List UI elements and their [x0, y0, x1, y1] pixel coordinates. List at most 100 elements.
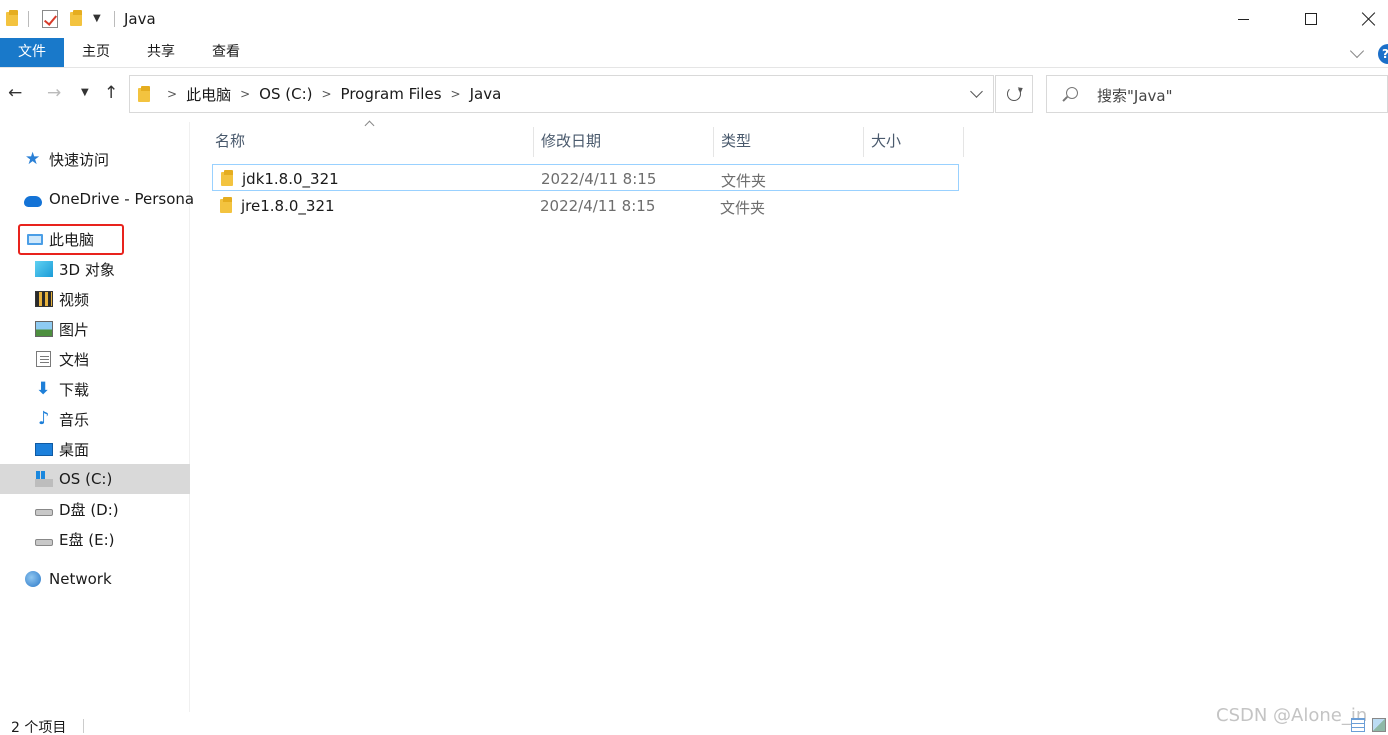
sidebar-item-downloads[interactable]: ⬇ 下载	[0, 374, 190, 404]
navigation-pane: ★ 快速访问 OneDrive - Persona 此电脑 3D 对象 视频 图…	[0, 122, 194, 712]
folder-icon	[138, 86, 152, 102]
tab-home[interactable]: 主页	[64, 38, 128, 67]
annotation-highlight-box	[18, 224, 124, 255]
sidebar-item-label: 下载	[59, 380, 90, 399]
item-count: 2 个项目	[11, 720, 67, 735]
sidebar-item-label: 快速访问	[49, 150, 110, 169]
sidebar-item-os-c[interactable]: OS (C:)	[0, 464, 190, 494]
sidebar-item-network[interactable]: Network	[0, 564, 190, 594]
table-row[interactable]: jre1.8.0_321 2022/4/11 8:15 文件夹	[212, 192, 959, 219]
column-header-size[interactable]: 大小	[864, 127, 964, 157]
divider	[83, 719, 84, 733]
breadcrumb-os-c[interactable]: OS (C:)	[259, 85, 312, 103]
sidebar-item-quick-access[interactable]: ★ 快速访问	[0, 144, 190, 174]
file-date: 2022/4/11 8:15	[541, 170, 657, 188]
back-arrow-icon[interactable]: ←	[8, 83, 22, 103]
breadcrumb-separator-icon[interactable]: >	[240, 87, 250, 101]
breadcrumb: > 此电脑 > OS (C:) > Program Files > Java	[158, 76, 501, 112]
file-type: 文件夹	[721, 172, 767, 190]
title-bar: ▼ Java	[0, 0, 1388, 38]
file-name: jdk1.8.0_321	[242, 170, 339, 188]
network-icon	[25, 571, 41, 587]
maximize-icon	[1305, 13, 1317, 25]
sidebar-item-videos[interactable]: 视频	[0, 284, 190, 314]
breadcrumb-separator-icon[interactable]: >	[167, 87, 177, 101]
folder-icon	[220, 197, 234, 213]
breadcrumb-program-files[interactable]: Program Files	[341, 85, 442, 103]
sidebar-item-onedrive[interactable]: OneDrive - Persona	[0, 184, 194, 214]
sidebar-item-d-drive[interactable]: D盘 (D:)	[0, 494, 190, 524]
sidebar-item-label: OneDrive - Persona	[49, 190, 195, 208]
sidebar-item-label: 桌面	[59, 440, 90, 459]
table-row[interactable]: jdk1.8.0_321 2022/4/11 8:15 文件夹	[212, 164, 959, 191]
address-dropdown-chevron-icon[interactable]	[970, 85, 983, 98]
ribbon-tabs: 文件 主页 共享 查看	[0, 38, 1388, 68]
properties-icon[interactable]	[42, 10, 58, 28]
divider	[114, 11, 115, 27]
document-icon	[36, 351, 51, 367]
sidebar-item-e-drive[interactable]: E盘 (E:)	[0, 524, 190, 554]
recent-locations-chevron-icon[interactable]: ▼	[81, 87, 89, 98]
search-placeholder: 搜索"Java"	[1097, 87, 1173, 105]
close-button[interactable]	[1346, 0, 1388, 38]
forward-arrow-icon[interactable]: →	[47, 83, 61, 103]
sidebar-item-label: 视频	[59, 290, 90, 309]
tab-share[interactable]: 共享	[128, 38, 194, 67]
tab-view[interactable]: 查看	[194, 38, 258, 67]
refresh-icon	[1007, 87, 1021, 101]
folder-icon	[6, 10, 20, 26]
search-input[interactable]: 搜索"Java"	[1046, 75, 1388, 113]
picture-icon	[35, 321, 53, 337]
cube-icon	[35, 261, 53, 277]
new-folder-icon[interactable]	[70, 10, 84, 26]
drive-icon	[35, 508, 53, 516]
status-bar: 2 个项目	[0, 712, 1388, 735]
details-view-icon[interactable]	[1351, 718, 1365, 732]
desktop-icon	[35, 442, 53, 456]
os-drive-icon	[35, 471, 53, 487]
star-icon: ★	[25, 149, 41, 169]
file-type: 文件夹	[720, 199, 766, 217]
music-icon: ♪	[38, 408, 50, 429]
minimize-button[interactable]	[1220, 0, 1266, 38]
sidebar-item-label: D盘 (D:)	[59, 500, 119, 519]
drive-icon	[35, 538, 53, 546]
up-arrow-icon[interactable]: ↑	[104, 83, 118, 103]
folder-icon	[221, 170, 235, 186]
sidebar-item-label: 音乐	[59, 410, 90, 429]
sidebar-item-label: OS (C:)	[59, 470, 113, 488]
sidebar-item-label: 文档	[59, 350, 90, 369]
sidebar-item-label: 3D 对象	[59, 260, 115, 279]
download-icon: ⬇	[36, 379, 51, 399]
sidebar-item-pictures[interactable]: 图片	[0, 314, 190, 344]
column-header-date-modified[interactable]: 修改日期	[534, 127, 714, 157]
cloud-icon	[24, 195, 42, 207]
sidebar-item-label: 图片	[59, 320, 90, 339]
close-icon	[1362, 12, 1376, 26]
tab-file[interactable]: 文件	[0, 38, 64, 67]
refresh-button[interactable]	[995, 75, 1033, 113]
sidebar-item-music[interactable]: ♪ 音乐	[0, 404, 190, 434]
column-header-type[interactable]: 类型	[714, 127, 864, 157]
sidebar-item-label: Network	[49, 570, 112, 588]
breadcrumb-separator-icon[interactable]: >	[451, 87, 461, 101]
file-name: jre1.8.0_321	[241, 197, 335, 215]
sidebar-item-documents[interactable]: 文档	[0, 344, 190, 374]
maximize-button[interactable]	[1288, 0, 1334, 38]
video-icon	[35, 291, 53, 307]
window-title: Java	[124, 10, 156, 28]
large-icons-view-icon[interactable]	[1372, 718, 1386, 732]
address-bar[interactable]: > 此电脑 > OS (C:) > Program Files > Java	[129, 75, 994, 113]
breadcrumb-this-pc[interactable]: 此电脑	[186, 84, 231, 105]
quick-access-toolbar-dropdown-icon[interactable]: ▼	[93, 13, 101, 24]
breadcrumb-java[interactable]: Java	[470, 85, 502, 103]
sidebar-item-desktop[interactable]: 桌面	[0, 434, 190, 464]
expand-ribbon-chevron-icon[interactable]	[1349, 43, 1365, 59]
watermark: CSDN @Alone_in	[1216, 705, 1368, 726]
sidebar-item-label: E盘 (E:)	[59, 530, 115, 549]
search-icon	[1066, 87, 1078, 99]
file-date: 2022/4/11 8:15	[540, 197, 656, 215]
sidebar-item-3d-objects[interactable]: 3D 对象	[0, 254, 190, 284]
column-header-name[interactable]: 名称	[208, 127, 534, 157]
breadcrumb-separator-icon[interactable]: >	[321, 87, 331, 101]
